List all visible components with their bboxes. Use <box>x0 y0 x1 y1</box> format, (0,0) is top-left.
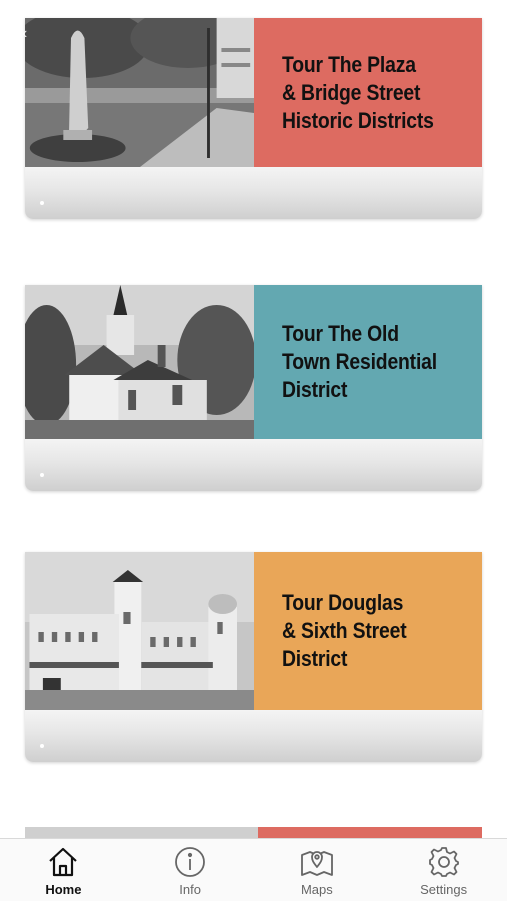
tour-card-old-town[interactable]: Tour The Old Town Residential District <box>25 285 482 491</box>
historic-building-photo <box>25 552 254 710</box>
tab-label: Maps <box>300 882 333 897</box>
tab-label: Settings <box>420 882 468 897</box>
back-chevron-icon[interactable]: ‹ <box>22 25 27 43</box>
page-indicator-dot <box>40 201 44 205</box>
page-indicator-dot <box>40 744 44 748</box>
card-title-panel: Tour Douglas & Sixth Street District <box>254 552 482 710</box>
page-indicator-dot <box>40 473 44 477</box>
statue-park-photo <box>25 18 254 167</box>
card-title: Tour The Plaza & Bridge Street Historic … <box>282 51 434 133</box>
tab-maps[interactable]: Maps <box>254 839 381 901</box>
tab-label: Home <box>45 882 82 897</box>
tab-settings[interactable]: Settings <box>380 839 507 901</box>
card-footer <box>25 439 482 491</box>
card-footer <box>25 167 482 219</box>
gear-icon <box>428 847 459 877</box>
tab-info[interactable]: Info <box>127 839 254 901</box>
home-icon <box>49 847 78 877</box>
tab-label: Info <box>179 882 201 897</box>
tour-card-douglas[interactable]: Tour Douglas & Sixth Street District <box>25 552 482 762</box>
info-icon <box>175 847 206 877</box>
bottom-tab-bar: Home Info Maps Settings <box>0 838 507 901</box>
tour-card-plaza[interactable]: Tour The Plaza & Bridge Street Historic … <box>25 18 482 219</box>
card-title: Tour The Old Town Residential District <box>282 321 437 402</box>
card-title-panel: Tour The Old Town Residential District <box>254 285 482 439</box>
card-title: Tour Douglas & Sixth Street District <box>282 590 407 671</box>
card-footer <box>25 710 482 762</box>
tab-home[interactable]: Home <box>0 839 127 901</box>
church-photo <box>25 285 254 439</box>
card-title-panel: Tour The Plaza & Bridge Street Historic … <box>254 18 482 167</box>
map-icon <box>300 851 333 876</box>
